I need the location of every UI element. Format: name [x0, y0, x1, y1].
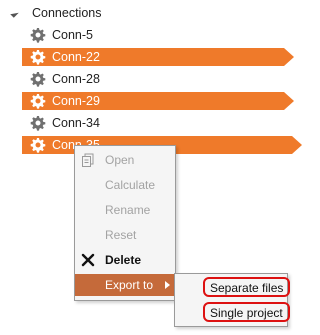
export-submenu: Separate files Single project — [174, 273, 291, 327]
menu-item-export-to[interactable]: Export to — [75, 274, 175, 296]
menu-item-label: Reset — [105, 228, 137, 242]
menu-item-label: Calculate — [105, 178, 156, 192]
menu-item-calculate[interactable]: Calculate — [75, 174, 175, 196]
gear-icon — [30, 116, 46, 131]
gear-icon — [30, 28, 46, 43]
gear-icon — [30, 50, 46, 65]
tree-expand-arrow-icon[interactable] — [10, 9, 19, 18]
menu-item-open[interactable]: Open — [75, 149, 175, 171]
gear-icon — [30, 72, 46, 87]
gear-icon — [30, 94, 46, 109]
tree-item-label: Conn-34 — [52, 116, 100, 130]
submenu-arrow-icon — [165, 281, 170, 289]
document-icon — [82, 153, 94, 167]
selection-arrow-tip — [292, 136, 302, 154]
selection-arrow-tip — [284, 48, 294, 66]
selection-arrow-tip — [284, 92, 294, 110]
gear-icon — [30, 138, 46, 153]
submenu-item-single-project[interactable]: Single project — [203, 302, 290, 322]
menu-item-rename[interactable]: Rename — [75, 199, 175, 221]
tree-item-label: Conn-5 — [52, 28, 93, 42]
tree-item-label: Conn-22 — [52, 50, 100, 64]
close-icon — [81, 253, 95, 267]
menu-item-delete[interactable]: Delete — [75, 249, 175, 271]
menu-item-label: Open — [105, 153, 135, 167]
menu-item-label: Delete — [105, 253, 142, 267]
menu-item-label: Rename — [105, 203, 151, 217]
tree-item-label: Conn-29 — [52, 94, 100, 108]
context-menu: Open Calculate Rename Reset Delete Expor… — [74, 145, 176, 301]
submenu-item-separate-files[interactable]: Separate files — [203, 277, 291, 297]
menu-item-label: Export to — [105, 278, 154, 292]
tree-item-label: Conn-28 — [52, 72, 100, 86]
tree-root-label[interactable]: Connections — [32, 5, 102, 21]
menu-item-reset[interactable]: Reset — [75, 224, 175, 246]
